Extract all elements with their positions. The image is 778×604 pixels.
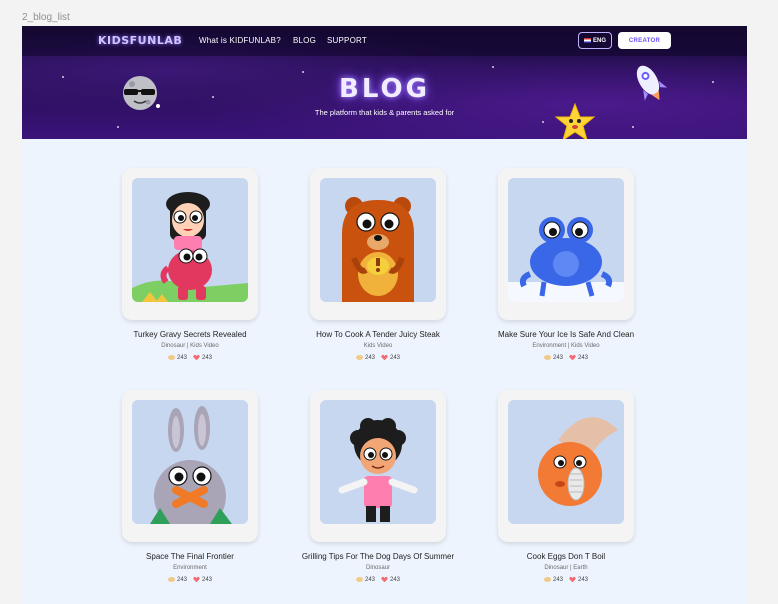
- heart-icon: [193, 576, 200, 583]
- coin-icon: [543, 577, 551, 582]
- blog-list-page: KIDSFUNLAB What is KIDFUNLAB? BLOG SUPPO…: [22, 26, 747, 604]
- like-count: 243: [202, 576, 213, 583]
- rabbit-illustration: [150, 406, 232, 524]
- card-title[interactable]: Cook Eggs Don T Boil: [468, 552, 664, 561]
- card-thumbnail[interactable]: [132, 400, 248, 524]
- card-stats: 243 243: [310, 354, 446, 361]
- coin-icon: [543, 355, 551, 360]
- coin-icon: [167, 355, 175, 360]
- language-label: ENG: [592, 37, 606, 44]
- hero-banner: KIDSFUNLAB What is KIDFUNLAB? BLOG SUPPO…: [22, 26, 747, 139]
- coin-count: 243: [176, 354, 187, 361]
- card-stats: 243 243: [498, 576, 634, 583]
- coin-count: 243: [364, 576, 375, 583]
- coin-icon: [355, 355, 363, 360]
- blog-card[interactable]: Make Sure Your Ice Is Safe And Clean Env…: [498, 168, 634, 361]
- card-thumbnail[interactable]: [320, 178, 436, 302]
- orange-character-illustration: [538, 417, 618, 506]
- star-decoration: [542, 121, 544, 123]
- nav-link-support[interactable]: SUPPORT: [327, 36, 367, 45]
- card-stats: 243 243: [122, 576, 258, 583]
- blog-card[interactable]: Space The Final Frontier Environment 243…: [122, 390, 258, 583]
- site-logo[interactable]: KIDSFUNLAB: [98, 34, 182, 47]
- card-title[interactable]: Grilling Tips For The Dog Days Of Summer: [280, 552, 476, 561]
- like-stat[interactable]: 243: [381, 576, 400, 583]
- card-thumbnail[interactable]: [508, 400, 624, 524]
- heart-icon: [381, 354, 388, 361]
- like-stat[interactable]: 243: [569, 354, 588, 361]
- blog-card[interactable]: Grilling Tips For The Dog Days Of Summer…: [302, 390, 454, 583]
- coin-stat: 243: [543, 576, 563, 583]
- like-stat[interactable]: 243: [193, 576, 212, 583]
- coin-stat: 243: [167, 354, 187, 361]
- like-stat[interactable]: 243: [569, 576, 588, 583]
- card-tags: Dinosaur | Kids Video: [161, 343, 219, 349]
- card-tags: Dinosaur | Earth: [544, 565, 588, 571]
- heart-icon: [193, 354, 200, 361]
- like-count: 243: [390, 576, 401, 583]
- like-count: 243: [202, 354, 213, 361]
- page-subtitle: The platform that kids & parents asked f…: [314, 108, 455, 117]
- star-decoration: [302, 71, 304, 73]
- heart-icon: [569, 354, 576, 361]
- coin-count: 243: [364, 354, 375, 361]
- us-flag-icon: [583, 38, 591, 43]
- star-decoration: [117, 126, 119, 128]
- coin-icon: [355, 577, 363, 582]
- blog-card[interactable]: Turkey Gravy Secrets Revealed Dinosaur |…: [122, 168, 258, 361]
- card-thumbnail[interactable]: [508, 178, 624, 302]
- like-count: 243: [578, 354, 589, 361]
- like-count: 243: [578, 576, 589, 583]
- top-navbar: KIDSFUNLAB What is KIDFUNLAB? BLOG SUPPO…: [22, 26, 747, 56]
- language-button[interactable]: ENG: [578, 32, 612, 49]
- coin-stat: 243: [355, 354, 375, 361]
- coin-count: 243: [552, 354, 563, 361]
- card-stats: 243 243: [122, 354, 258, 361]
- like-stat[interactable]: 243: [381, 354, 400, 361]
- blog-card[interactable]: Cook Eggs Don T Boil Dinosaur | Earth 24…: [498, 390, 634, 583]
- blog-card[interactable]: How To Cook A Tender Juicy Steak Kids Vi…: [310, 168, 446, 361]
- card-stats: 243 243: [310, 576, 446, 583]
- coin-icon: [167, 577, 175, 582]
- creator-button[interactable]: CREATOR: [618, 32, 671, 49]
- card-tags: Environment | Kids Video: [532, 343, 600, 349]
- frog-illustration: [508, 217, 624, 302]
- card-title[interactable]: How To Cook A Tender Juicy Steak: [280, 330, 476, 339]
- heart-icon: [381, 576, 388, 583]
- coin-count: 243: [176, 576, 187, 583]
- nav-link-blog[interactable]: BLOG: [293, 36, 316, 45]
- page-title: BLOG: [339, 74, 430, 104]
- artboard-label: 2_blog_list: [22, 12, 70, 23]
- card-tags: Environment: [173, 565, 207, 571]
- girl-dinosaur-illustration: [132, 192, 248, 302]
- card-title[interactable]: Turkey Gravy Secrets Revealed: [92, 330, 288, 339]
- coin-stat: 243: [167, 576, 187, 583]
- card-stats: 243 243: [498, 354, 634, 361]
- card-thumbnail[interactable]: [132, 178, 248, 302]
- star-decoration: [632, 126, 634, 128]
- card-tags: Dinosaur: [365, 565, 390, 571]
- heart-icon: [569, 576, 576, 583]
- coin-count: 243: [552, 576, 563, 583]
- like-count: 243: [390, 354, 401, 361]
- bear-illustration: [342, 197, 414, 302]
- nav-link-about[interactable]: What is KIDFUNLAB?: [199, 36, 281, 45]
- card-tags: Kids Video: [363, 343, 393, 349]
- coin-stat: 243: [355, 576, 375, 583]
- card-title[interactable]: Space The Final Frontier: [92, 552, 288, 561]
- boy-illustration: [338, 418, 418, 522]
- card-title[interactable]: Make Sure Your Ice Is Safe And Clean: [468, 330, 664, 339]
- like-stat[interactable]: 243: [193, 354, 212, 361]
- coin-stat: 243: [543, 354, 563, 361]
- card-thumbnail[interactable]: [320, 400, 436, 524]
- star-decoration: [492, 66, 494, 68]
